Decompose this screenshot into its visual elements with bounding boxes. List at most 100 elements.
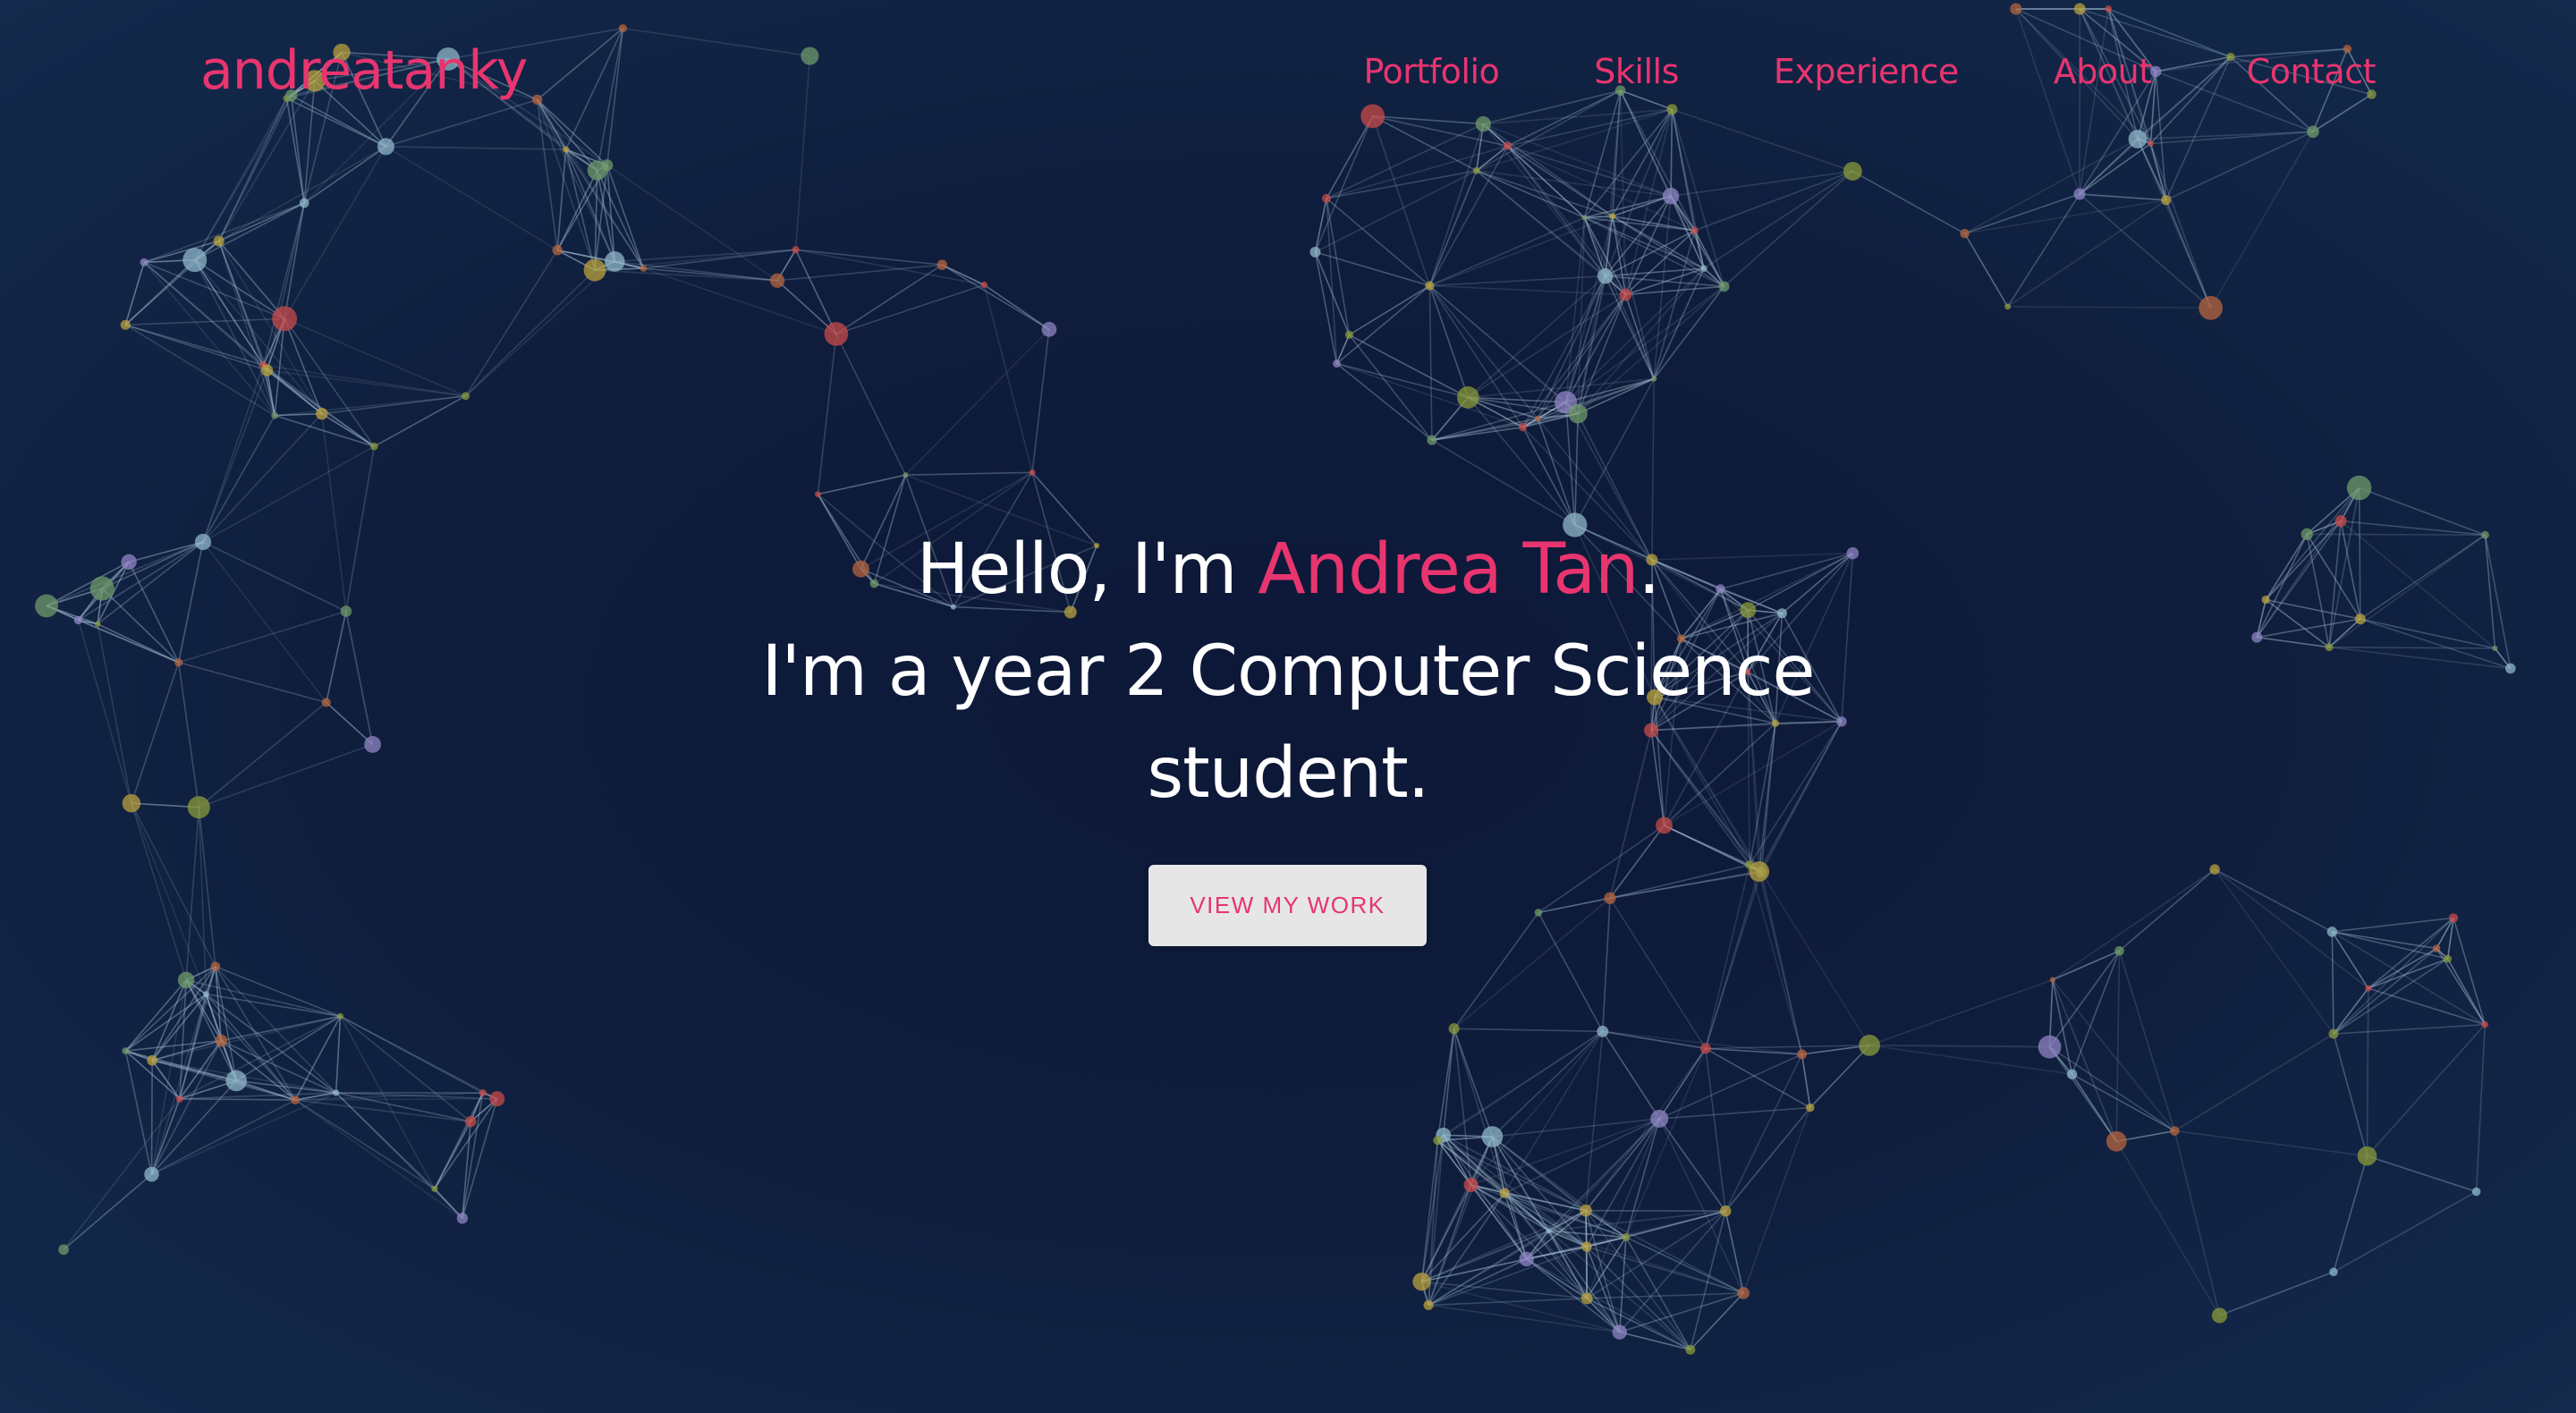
network-link [1760, 871, 1870, 1046]
network-link [2328, 646, 2496, 649]
network-link [151, 1099, 296, 1175]
network-link [1453, 897, 1611, 1029]
network-link [1326, 198, 1430, 287]
network-link [150, 1060, 153, 1175]
network-link [2174, 1033, 2334, 1132]
network-node [1737, 1287, 1750, 1299]
network-link [1705, 871, 1760, 1049]
nav-link-portfolio[interactable]: Portfolio [1363, 52, 1499, 91]
network-link [335, 1092, 436, 1189]
network-node [1650, 376, 1657, 382]
network-node [1960, 228, 1970, 239]
network-node [1843, 161, 1862, 181]
network-link [1326, 170, 1477, 199]
network-link [1436, 1030, 1604, 1141]
network-node [291, 1095, 301, 1104]
network-node [73, 615, 83, 625]
network-node [2251, 631, 2263, 643]
network-link [464, 250, 558, 397]
network-link [1428, 285, 1524, 428]
network-link [1326, 198, 1351, 335]
network-link [131, 662, 180, 804]
network-link [2475, 1024, 2487, 1192]
network-link [2333, 1190, 2477, 1273]
network-node [2211, 1307, 2228, 1324]
network-link [794, 249, 837, 334]
network-node [824, 322, 849, 346]
network-link [2265, 533, 2308, 600]
network-link [2368, 958, 2448, 989]
network-link [185, 807, 200, 981]
network-node [2114, 945, 2124, 956]
network-node [980, 281, 988, 289]
network-node [1534, 415, 1541, 422]
network-node [1309, 246, 1321, 258]
network-link [2174, 1130, 2368, 1157]
network-node [2326, 926, 2338, 937]
network-node [2066, 1069, 2078, 1079]
network-link [465, 269, 596, 397]
network-link [198, 807, 208, 994]
nav-link-experience[interactable]: Experience [1774, 52, 1959, 91]
network-link [1705, 864, 1750, 1049]
network-link [1031, 329, 1050, 473]
hero-greeting-suffix: . [1638, 529, 1660, 610]
network-link [1653, 230, 1696, 379]
nav-link-contact[interactable]: Contact [2247, 52, 2377, 91]
network-link [941, 264, 985, 286]
nav-link-skills[interactable]: Skills [1594, 52, 1679, 91]
network-link [817, 334, 837, 495]
network-node [1597, 1025, 1609, 1037]
network-link [1453, 911, 1539, 1029]
network-node [1797, 1049, 1808, 1060]
network-node [140, 258, 148, 267]
network-link [2115, 1140, 2221, 1316]
network-link [1670, 170, 1853, 198]
network-node [35, 594, 59, 618]
network-node [552, 245, 563, 256]
network-link [2328, 534, 2486, 648]
network-node [1604, 892, 1616, 904]
nav-link-about[interactable]: About [2054, 52, 2152, 91]
network-link [128, 561, 180, 664]
network-node [89, 576, 114, 601]
network-link [795, 249, 985, 286]
network-link [143, 261, 285, 320]
network-link [1852, 170, 1965, 234]
network-node [2073, 188, 2086, 200]
network-link [1694, 170, 1853, 232]
brand-logo[interactable]: andreatanky [200, 39, 528, 102]
network-node [194, 533, 212, 551]
network-link [2340, 520, 2496, 649]
network-node [2199, 295, 2224, 320]
network-node [1481, 1126, 1504, 1147]
network-node [215, 1034, 228, 1047]
network-node [2106, 1130, 2127, 1152]
hero-greeting: Hello, I'm Andrea Tan. [572, 519, 2004, 621]
network-link [2115, 951, 2121, 1142]
network-link [2007, 306, 2211, 309]
network-link [218, 202, 305, 242]
network-link [125, 324, 267, 371]
network-link [1421, 1281, 1588, 1299]
network-link [2360, 618, 2496, 649]
network-link [1758, 871, 1803, 1055]
network-node [1685, 1344, 1696, 1355]
network-link [1431, 439, 1576, 526]
network-link [1602, 1030, 1660, 1120]
view-my-work-button[interactable]: VIEW MY WORK [1148, 865, 1427, 946]
network-link [199, 743, 373, 808]
network-link [339, 1015, 471, 1122]
network-link [905, 471, 1033, 476]
network-node [1427, 435, 1437, 445]
network-node [2504, 663, 2516, 674]
network-node [203, 991, 209, 998]
hero-section: Hello, I'm Andrea Tan. I'm a year 2 Comp… [572, 519, 2004, 825]
network-link [2214, 868, 2333, 933]
network-node [2334, 515, 2347, 528]
network-link [2052, 979, 2118, 1142]
network-node [1749, 861, 1770, 882]
network-link [46, 605, 180, 664]
network-link [1335, 362, 1433, 441]
network-link [202, 415, 275, 543]
